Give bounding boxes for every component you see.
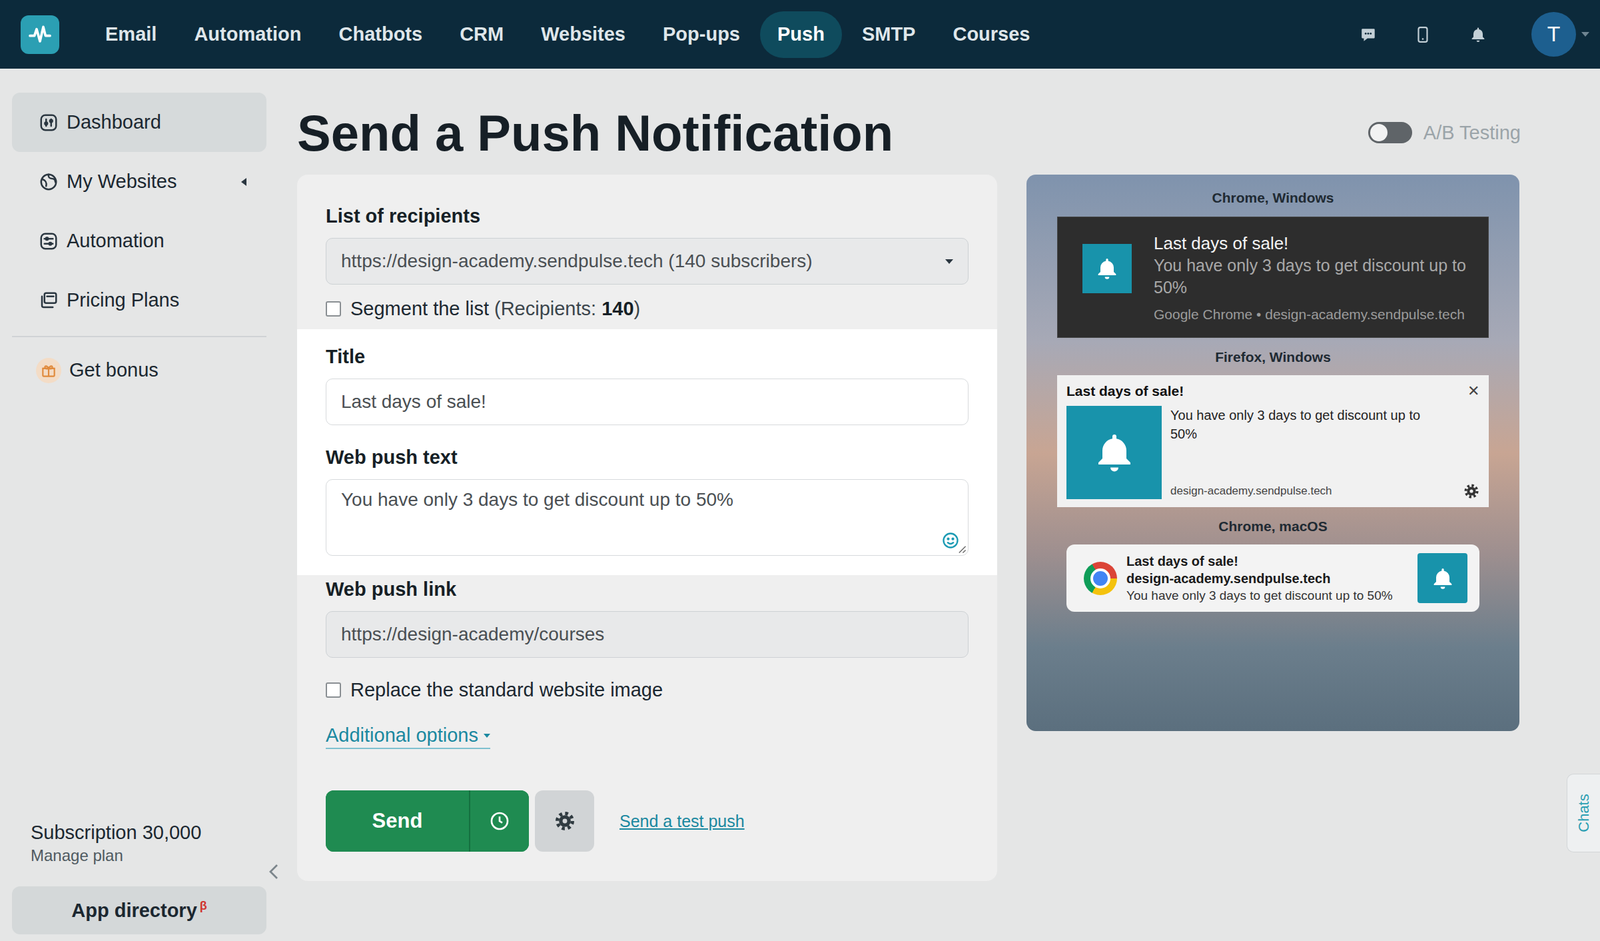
subscription-label: Subscription 30,000 — [30, 819, 267, 845]
chats-tab[interactable]: Chats — [1566, 773, 1600, 852]
automation-icon — [38, 231, 59, 252]
user-avatar[interactable]: T — [1531, 11, 1577, 57]
sidebar-item[interactable]: My Websites — [11, 151, 267, 212]
link-label: Web push link — [325, 576, 969, 601]
resize-grip-icon[interactable] — [957, 544, 967, 554]
top-nav: EmailAutomationChatbotsCRMWebsitesPop-up… — [0, 0, 1600, 69]
nav-item[interactable]: Push — [760, 11, 842, 58]
bell-icon[interactable] — [1468, 25, 1488, 44]
nav-item[interactable]: CRM — [442, 11, 521, 58]
text-label: Web push text — [325, 444, 969, 469]
title-input[interactable]: Last days of sale! — [325, 378, 969, 425]
top-actions: T — [1359, 11, 1590, 57]
clock-icon — [488, 809, 511, 832]
main-menu: EmailAutomationChatbotsCRMWebsitesPop-up… — [87, 11, 1048, 58]
page-title: Send a Push Notification — [297, 103, 894, 162]
expand-arrow-icon[interactable] — [241, 177, 247, 186]
emoji-icon[interactable] — [941, 530, 960, 550]
app: EmailAutomationChatbotsCRMWebsitesPop-up… — [0, 0, 1600, 941]
chat-icon[interactable] — [1359, 25, 1377, 44]
notification-preview: Chrome, Windows Last days of sale! You h… — [1026, 174, 1520, 731]
sidebar-separator — [11, 335, 267, 338]
recipients-select[interactable]: https://design-academy.sendpulse.tech (1… — [325, 237, 969, 285]
ab-testing[interactable]: A/B Testing — [1368, 121, 1521, 144]
nav-item[interactable]: Automation — [176, 11, 319, 58]
schedule-button[interactable] — [470, 790, 529, 852]
manage-plan-link[interactable]: Manage plan — [30, 844, 267, 866]
main: Send a Push Notification A/B Testing Lis… — [275, 68, 1600, 941]
nav-item[interactable]: Pop-ups — [645, 11, 758, 58]
nav-item[interactable]: Websites — [523, 11, 643, 58]
nav-item[interactable]: Courses — [935, 11, 1048, 58]
get-bonus-item[interactable]: Get bonus — [11, 340, 267, 400]
text-input[interactable]: You have only 3 days to get discount up … — [325, 478, 969, 556]
chrome-macos-notification: Last days of sale! design-academy.sendpu… — [1066, 544, 1480, 612]
firefox-windows-notification: Last days of sale! ✕ You have only 3 day… — [1057, 375, 1489, 507]
sidebar: Dashboard My Websites Automation Pricing… — [0, 68, 276, 941]
gift-icon — [35, 357, 62, 384]
beta-badge: β — [199, 898, 208, 912]
gear-icon[interactable] — [1463, 482, 1480, 499]
pricing-icon — [38, 290, 59, 311]
mobile-icon[interactable] — [1414, 25, 1432, 44]
caret-icon[interactable] — [1581, 31, 1590, 37]
platform-label: Chrome, macOS — [1218, 516, 1327, 537]
recipients-label: List of recipients — [325, 203, 969, 228]
subscription-info: Subscription 30,000 Manage plan — [11, 819, 267, 866]
ab-toggle[interactable] — [1368, 121, 1413, 144]
sidebar-item[interactable]: Pricing Plans — [11, 270, 267, 330]
gear-icon — [554, 809, 576, 832]
nav-item[interactable]: SMTP — [844, 11, 934, 58]
send-button[interactable]: Send — [325, 790, 469, 852]
send-button-group: Send — [325, 790, 529, 852]
dashboard-icon — [38, 112, 59, 133]
sidebar-item[interactable]: Automation — [11, 211, 267, 271]
send-test-link[interactable]: Send a test push — [619, 811, 745, 831]
replace-image-checkbox[interactable]: Replace the standard website image — [325, 677, 969, 702]
chrome-windows-notification: Last days of sale! You have only 3 days … — [1057, 216, 1489, 338]
segment-checkbox[interactable]: Segment the list (Recipients: 140) — [325, 296, 969, 321]
close-button[interactable]: ✕ — [1467, 382, 1480, 400]
platform-label: Chrome, Windows — [1212, 187, 1335, 208]
highlight-section: Title Last days of sale! Web push text Y… — [297, 329, 998, 575]
settings-button[interactable] — [534, 790, 595, 852]
additional-options-link[interactable]: Additional options — [325, 724, 491, 749]
dropdown-arrow-icon — [945, 259, 954, 264]
collapse-chevron-icon[interactable] — [267, 861, 282, 881]
link-input[interactable]: https://design-academy/courses — [325, 610, 969, 658]
chrome-logo-icon — [1083, 561, 1118, 595]
nav-item[interactable]: Chatbots — [321, 11, 440, 58]
logo-icon[interactable] — [20, 15, 60, 54]
bell-icon — [1417, 552, 1468, 603]
sidebar-item[interactable]: Dashboard — [11, 92, 267, 152]
bell-icon — [1066, 405, 1162, 499]
bell-icon — [1082, 243, 1132, 294]
globe-icon — [38, 171, 59, 192]
nav-item[interactable]: Email — [87, 11, 174, 58]
platform-label: Firefox, Windows — [1214, 347, 1331, 368]
app-directory-button[interactable]: App directoryβ — [11, 885, 267, 934]
title-label: Title — [325, 344, 969, 369]
push-form: List of recipients https://design-academ… — [297, 174, 998, 881]
